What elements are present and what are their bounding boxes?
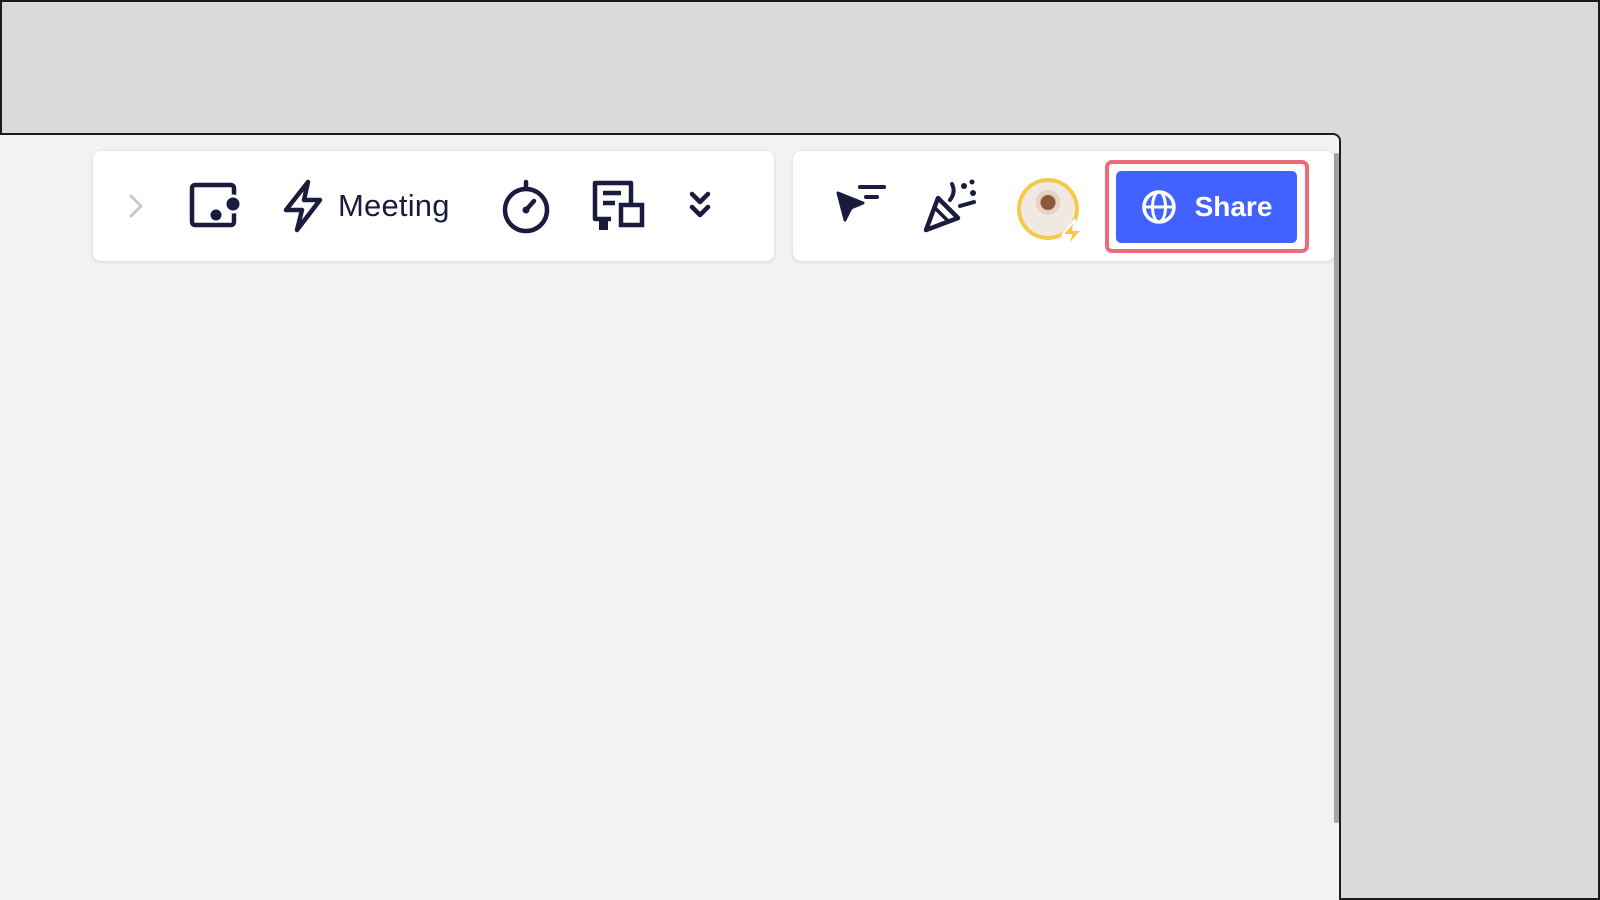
avatar-ring bbox=[1017, 178, 1083, 247]
meeting-button[interactable]: Meeting bbox=[280, 178, 470, 234]
globe-icon bbox=[1141, 190, 1176, 224]
double-chevron-down-icon[interactable] bbox=[685, 188, 715, 222]
cards-icon[interactable] bbox=[591, 179, 647, 233]
share-button[interactable]: Share bbox=[1116, 171, 1297, 243]
left-toolbar: Meeting bbox=[93, 151, 774, 261]
user-avatar[interactable] bbox=[1013, 174, 1083, 247]
party-popper-icon[interactable] bbox=[922, 178, 980, 234]
bolt-icon bbox=[283, 179, 323, 233]
meeting-label: Meeting bbox=[338, 188, 450, 223]
scrollbar[interactable] bbox=[1334, 153, 1339, 823]
frame-icon[interactable] bbox=[188, 181, 243, 231]
share-label: Share bbox=[1194, 191, 1273, 222]
bolt-badge-icon bbox=[1061, 219, 1083, 247]
cursor-icon[interactable] bbox=[833, 181, 889, 231]
chevron-right-icon[interactable] bbox=[123, 189, 149, 223]
timer-icon[interactable] bbox=[501, 178, 551, 234]
